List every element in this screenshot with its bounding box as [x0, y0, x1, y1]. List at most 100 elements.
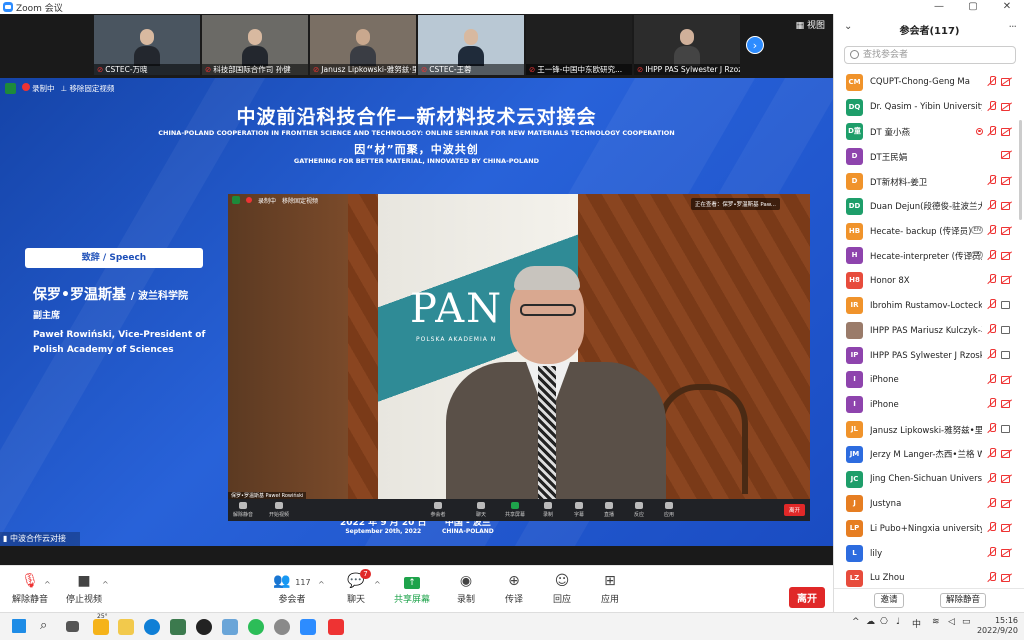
participant-row[interactable]: HB Hecate- backup (传译员) EN [834, 219, 1014, 244]
participant-status-icons: EN [971, 224, 1012, 236]
participant-row[interactable]: D童 DT 童小燕 [834, 120, 1014, 145]
participant-row[interactable]: IiPhone [834, 368, 1014, 393]
unmute-button[interactable]: 🎙 ^ 解除静音 [0, 572, 60, 605]
chat-button[interactable]: 💬 7 ^ 聊天 [326, 569, 386, 605]
chevron-up-icon[interactable]: ^ [44, 576, 51, 594]
app-icon[interactable] [222, 619, 238, 635]
close-button[interactable]: ✕ [990, 0, 1024, 14]
tray-mic-icon[interactable]: ♩ [896, 617, 900, 627]
participant-list-scrollbar[interactable] [1019, 120, 1022, 220]
zoom-taskbar-icon[interactable] [300, 619, 316, 635]
video-thumb[interactable]: ⊘ IHPP PAS Sylwester J Rzoz... [634, 15, 740, 75]
pin-icon: ⊥ [60, 84, 68, 93]
search-icon[interactable]: ⌕ [40, 619, 56, 635]
taskbar: ⌕ 25° ^ ☁ ⎔ ♩ 中 ≋ ◁ ▭ 15:16 2022/9/20 [0, 612, 1024, 640]
participant-status-icons [1001, 150, 1012, 160]
mic-muted-icon [987, 398, 997, 409]
thumb-name: CSTEC-万晓 [105, 65, 148, 74]
mic-muted-icon [987, 497, 997, 509]
wechat-icon[interactable] [248, 619, 264, 635]
edge-icon[interactable] [144, 619, 160, 635]
stop-video-button[interactable]: ■ ^ 停止视频 [54, 572, 114, 605]
mic-muted-icon [987, 200, 997, 211]
avatar: D童 [846, 123, 863, 141]
record-icon [22, 83, 30, 91]
mic-muted-icon [987, 249, 997, 261]
chevron-up-icon[interactable]: ^ [374, 576, 381, 594]
chevron-up-icon[interactable]: ^ [102, 576, 109, 594]
participant-row[interactable]: H8 Honor 8X [834, 268, 1014, 293]
participant-name: IHPP PAS Mariusz Kulczyk-马里... [870, 326, 982, 337]
settings-icon[interactable] [274, 619, 290, 635]
participant-name: iPhone [870, 399, 899, 410]
wifi-icon[interactable]: ≋ [932, 617, 940, 627]
minimize-button[interactable]: — [922, 0, 956, 14]
tray-bluetooth-icon[interactable]: ⎔ [880, 617, 888, 627]
video-thumb[interactable]: ⊘ 王一锋-中国中东欧研究... [526, 15, 632, 75]
participant-row[interactable]: LP Li Pubo+Ningxia university [834, 516, 1014, 541]
clock[interactable]: 15:16 2022/9/20 [977, 616, 1018, 636]
video-thumb[interactable]: ⊘ 科技部国际合作司 孙健 [202, 15, 308, 75]
participants-button[interactable]: 👥 117 ^ 参会者 [262, 572, 325, 605]
video-thumb[interactable]: ⊘Janusz Lipkowski-雅努兹·里普... [310, 15, 416, 75]
video-thumb[interactable]: ⊘ CSTEC-王蓉 [418, 15, 524, 75]
participant-row[interactable]: LZ Lu Zhou [834, 566, 1014, 588]
viewing-share-label: 正在查看：保罗•罗温斯基 Paw... [690, 198, 780, 210]
share-screen-button[interactable]: ↑ 共享屏幕 [382, 572, 442, 605]
app-icon[interactable] [170, 619, 186, 635]
mic-muted-icon [987, 423, 997, 434]
participant-row[interactable]: JM Jerzy M Langer-杰西•兰格 Wars... [834, 442, 1014, 467]
weather-icon[interactable]: 25° [93, 613, 109, 635]
volume-icon[interactable]: ◁ [948, 617, 955, 627]
invite-button[interactable]: 邀请 [874, 593, 904, 608]
avatar: DD [846, 197, 863, 215]
participant-search-input[interactable]: 查找参会者 [844, 46, 1016, 64]
avatar: D [846, 148, 863, 166]
view-button[interactable]: ▦ 视图 [796, 18, 825, 31]
more-icon[interactable]: ··· [1009, 20, 1017, 33]
participant-status-icons [987, 572, 1012, 583]
wps-icon[interactable] [328, 619, 344, 635]
participant-row[interactable]: IiPhone [834, 392, 1014, 417]
vbar-item: 开始视频 [268, 512, 289, 518]
participant-row[interactable]: JL Janusz Lipkowski-雅努兹•里普... [834, 417, 1014, 442]
participant-row[interactable]: IHPP PAS Mariusz Kulczyk-马里... [834, 318, 1014, 343]
participant-row[interactable]: D DT新材料-姜卫 [834, 169, 1014, 194]
participant-row[interactable]: DD Duan Dejun(段德俊-驻波兰大... [834, 194, 1014, 219]
participant-row[interactable]: DQ Dr. Qasim - Yibin University [834, 95, 1014, 120]
participant-row[interactable]: D DT王民娟 [834, 144, 1014, 169]
leave-button[interactable]: 离开 [789, 587, 825, 608]
windows-start-icon[interactable] [12, 619, 26, 633]
app-icon[interactable] [196, 619, 212, 635]
battery-icon[interactable]: ▭ [962, 617, 971, 627]
vbar-item: 反应 [633, 512, 644, 518]
next-page-button[interactable]: › [746, 36, 764, 54]
unpin-button[interactable]: ⊥ 移除固定视频 [61, 83, 115, 94]
video-off-icon [1001, 201, 1012, 210]
apps-button[interactable]: ⊞ 应用 [580, 572, 640, 605]
participant-row[interactable]: J Justyna [834, 492, 1014, 517]
mic-muted-icon [987, 125, 997, 137]
avatar: IR [846, 297, 863, 315]
task-view-icon[interactable] [66, 621, 79, 632]
avatar: CM [846, 73, 863, 91]
unmute-all-button[interactable]: 解除静音 [940, 593, 986, 608]
participant-row[interactable]: JC Jing Chen-Sichuan University [834, 467, 1014, 492]
participant-row[interactable]: CM CQUPT-Chong-Geng Ma [834, 70, 1014, 95]
file-explorer-icon[interactable] [118, 619, 134, 635]
participant-row[interactable]: IR Ibrohim Rustamov-Locteck Inc. [834, 293, 1014, 318]
participant-row[interactable]: H Hecate-interpreter (传译员) EN [834, 244, 1014, 269]
video-thumb[interactable]: ⊘ CSTEC-万晓 [94, 15, 200, 75]
participant-status-icons [987, 398, 1012, 409]
participant-row[interactable]: Llily [834, 541, 1014, 566]
participant-status-icons [987, 547, 1012, 558]
participants-panel: ⌄ 参会者(117) ··· 查找参会者 CM CQUPT-Chong-Geng … [833, 14, 1024, 612]
participant-row[interactable]: IP IHPP PAS Sylwester J Rzoska赛... [834, 343, 1014, 368]
chevron-up-icon[interactable]: ^ [318, 576, 325, 594]
participant-name: Lu Zhou [870, 573, 905, 584]
ime-indicator[interactable]: 中 [912, 617, 921, 630]
tray-cloud-icon[interactable]: ☁ [866, 617, 875, 627]
maximize-button[interactable]: ▢ [956, 0, 990, 14]
tray-chevron-icon[interactable]: ^ [852, 617, 860, 627]
video-leave-label: 离开 [783, 504, 805, 516]
